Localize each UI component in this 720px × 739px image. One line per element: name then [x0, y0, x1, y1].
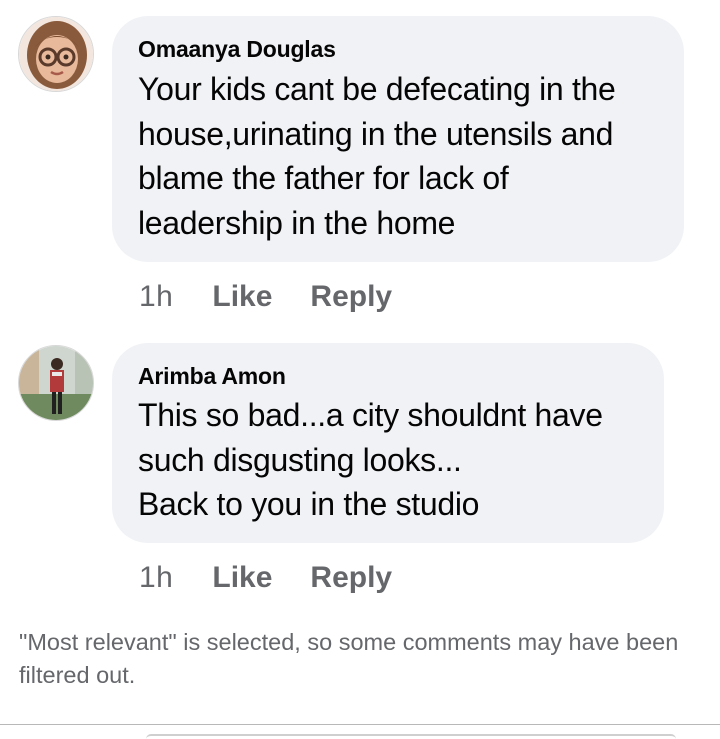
comment-item: Arimba Amon This so bad...a city shouldn…: [0, 0, 720, 620]
commenter-avatar[interactable]: [18, 345, 94, 421]
comment-bubble: Arimba Amon This so bad...a city shouldn…: [112, 343, 664, 543]
comment-text: This so bad...a city shouldnt have such …: [138, 397, 603, 522]
person-photo-avatar-icon: [19, 346, 93, 420]
reply-button[interactable]: Reply: [310, 561, 392, 595]
divider: [0, 724, 720, 725]
like-button[interactable]: Like: [212, 561, 272, 595]
comment-timestamp[interactable]: 1h: [139, 561, 173, 595]
comment-actions: 1h Like Reply: [139, 561, 392, 595]
comment-filter-notice: "Most relevant" is selected, so some com…: [19, 629, 679, 688]
comment-author[interactable]: Arimba Amon: [138, 363, 286, 390]
